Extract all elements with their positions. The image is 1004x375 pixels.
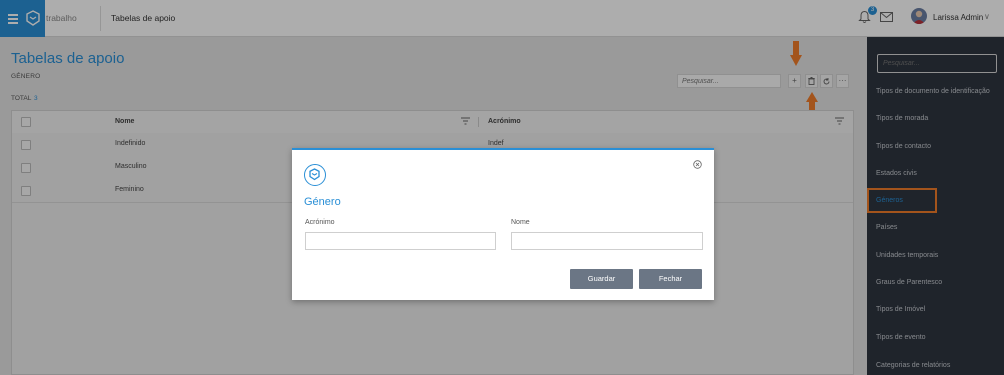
field-label-acronimo: Acrónimo bbox=[305, 219, 335, 226]
field-label-nome: Nome bbox=[511, 219, 530, 226]
nome-field[interactable] bbox=[511, 232, 703, 250]
modal-logo-icon bbox=[304, 164, 326, 186]
close-icon[interactable] bbox=[693, 160, 702, 169]
save-button[interactable]: Guardar bbox=[570, 269, 633, 289]
modal-title: Género bbox=[304, 196, 341, 208]
cancel-button[interactable]: Fechar bbox=[639, 269, 702, 289]
app-logo-icon bbox=[309, 168, 320, 181]
genero-dialog: Género Acrónimo Nome Guardar Fechar bbox=[292, 148, 714, 300]
acronimo-field[interactable] bbox=[305, 232, 496, 250]
